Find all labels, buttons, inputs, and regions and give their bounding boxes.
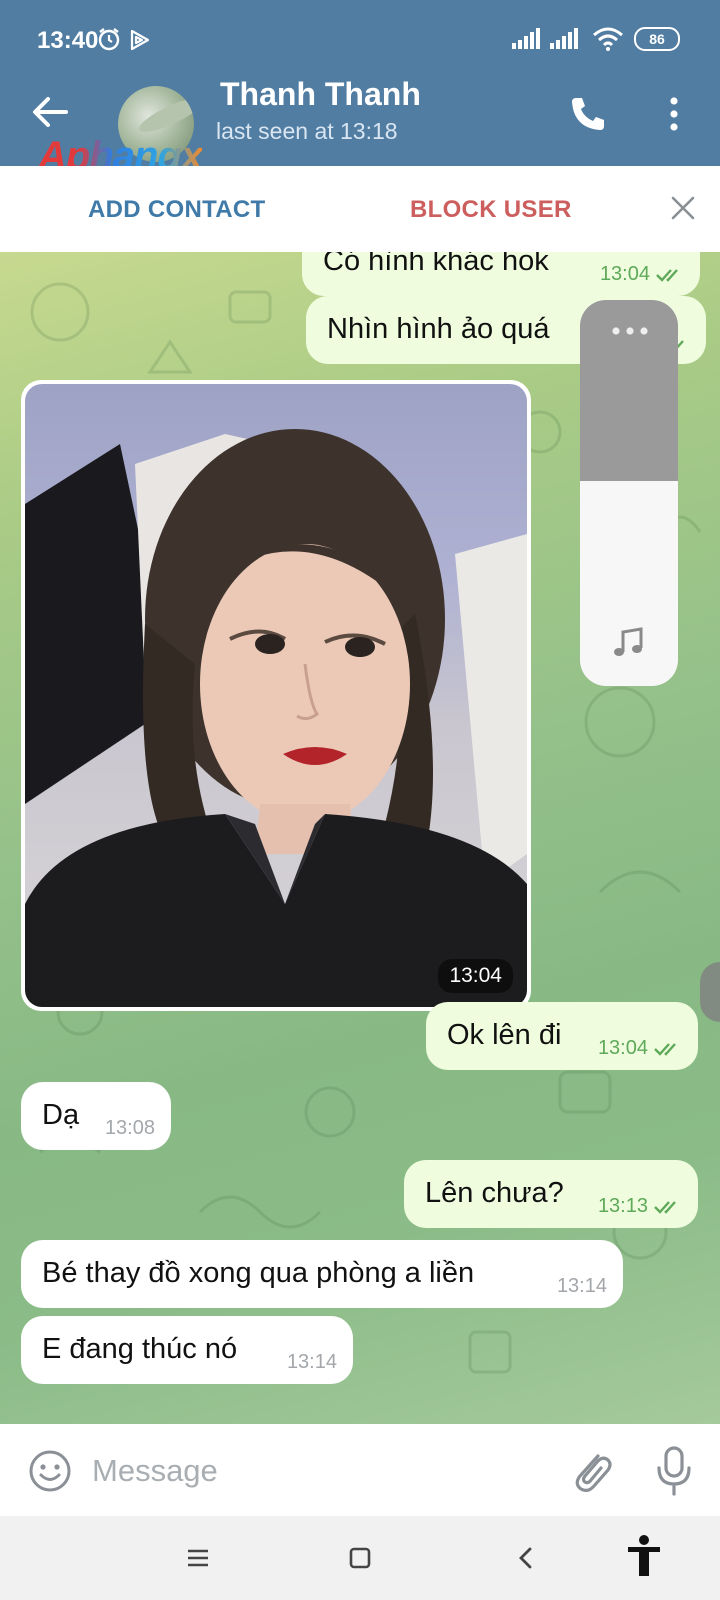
- double-check-icon: [656, 268, 678, 282]
- message-text: Ok lên đi: [447, 1019, 562, 1051]
- message-meta: 13:04: [598, 1037, 682, 1060]
- message-time: 13:04: [599, 263, 650, 285]
- close-icon[interactable]: [670, 195, 696, 221]
- back-icon[interactable]: [508, 1540, 544, 1576]
- message-bubble-outgoing[interactable]: Ok lên đi 13:04: [426, 1002, 698, 1070]
- message-text: E đang thúc nó: [42, 1333, 238, 1365]
- message-meta: 13:14: [287, 1351, 337, 1374]
- wifi-icon: [593, 27, 623, 51]
- message-composer: [0, 1424, 720, 1516]
- music-note-icon: [614, 627, 643, 656]
- message-time: 13:14: [556, 1275, 607, 1297]
- message-bubble-outgoing[interactable]: Lên chưa? 13:13: [404, 1160, 698, 1228]
- contact-action-bar: ADD CONTACT BLOCK USER: [0, 166, 720, 252]
- battery-indicator: 86: [634, 27, 680, 51]
- message-input[interactable]: [92, 1446, 532, 1496]
- double-check-icon: [654, 1200, 676, 1214]
- phone-call-icon[interactable]: [566, 92, 610, 136]
- message-meta: 13:08: [105, 1117, 155, 1140]
- message-time: 13:14: [286, 1351, 337, 1373]
- double-check-icon: [654, 1042, 676, 1056]
- block-user-button[interactable]: BLOCK USER: [410, 196, 572, 224]
- portrait-photo: [25, 429, 527, 1007]
- add-contact-button[interactable]: ADD CONTACT: [88, 196, 266, 224]
- contact-name[interactable]: Thanh Thanh: [220, 76, 421, 113]
- menu-icon[interactable]: [180, 1540, 216, 1576]
- microphone-icon[interactable]: [654, 1444, 694, 1498]
- message-meta: 13:14: [557, 1275, 607, 1298]
- message-time: 13:08: [104, 1117, 155, 1139]
- message-meta: 13:04: [600, 263, 684, 286]
- message-text: Có hình khác hok: [323, 252, 549, 277]
- alarm-icon: [98, 28, 150, 51]
- home-icon[interactable]: [342, 1540, 378, 1576]
- more-dots-icon[interactable]: [610, 326, 650, 336]
- status-right: 86: [512, 27, 680, 51]
- more-options-icon[interactable]: [660, 92, 688, 136]
- message-text: Nhìn hình ảo quá: [327, 313, 550, 345]
- message-text: Lên chưa?: [425, 1177, 564, 1209]
- message-meta: 13:13: [598, 1195, 682, 1218]
- accessibility-icon[interactable]: [624, 1534, 664, 1578]
- message-bubble-incoming[interactable]: E đang thúc nó 13:14: [21, 1316, 353, 1384]
- signal-icon: [512, 28, 578, 49]
- message-text: Bé thay đồ xong qua phòng a liền: [42, 1257, 475, 1289]
- message-bubble-outgoing[interactable]: Có hình khác hok 13:04: [302, 252, 700, 296]
- system-navigation-bar: [0, 1516, 720, 1600]
- photo-time: 13:04: [438, 959, 513, 993]
- message-text: Dạ: [42, 1099, 80, 1131]
- status-notification-icons: [96, 26, 156, 59]
- top-bar: 13:40 86 Aphangx Thanh Thanh last seen a…: [0, 0, 720, 178]
- attach-paperclip-icon[interactable]: [568, 1446, 614, 1496]
- emoji-icon[interactable]: [27, 1448, 73, 1494]
- status-time: 13:40: [37, 27, 99, 54]
- status-bar: 13:40 86: [0, 0, 720, 76]
- message-time: 13:04: [597, 1037, 648, 1059]
- chat-header: Aphangx Thanh Thanh last seen at 13:18: [0, 76, 720, 178]
- photo-message[interactable]: 13:04: [21, 380, 531, 1011]
- message-time: 13:13: [597, 1195, 648, 1217]
- message-bubble-incoming[interactable]: Bé thay đồ xong qua phòng a liền 13:14: [21, 1240, 623, 1308]
- message-bubble-incoming[interactable]: Dạ 13:08: [21, 1082, 171, 1150]
- volume-slider[interactable]: [580, 300, 678, 686]
- last-seen-status: last seen at 13:18: [216, 118, 398, 144]
- photo-image[interactable]: 13:04: [25, 384, 527, 1007]
- side-edge-handle[interactable]: [700, 962, 720, 1022]
- back-arrow-icon[interactable]: [28, 90, 72, 134]
